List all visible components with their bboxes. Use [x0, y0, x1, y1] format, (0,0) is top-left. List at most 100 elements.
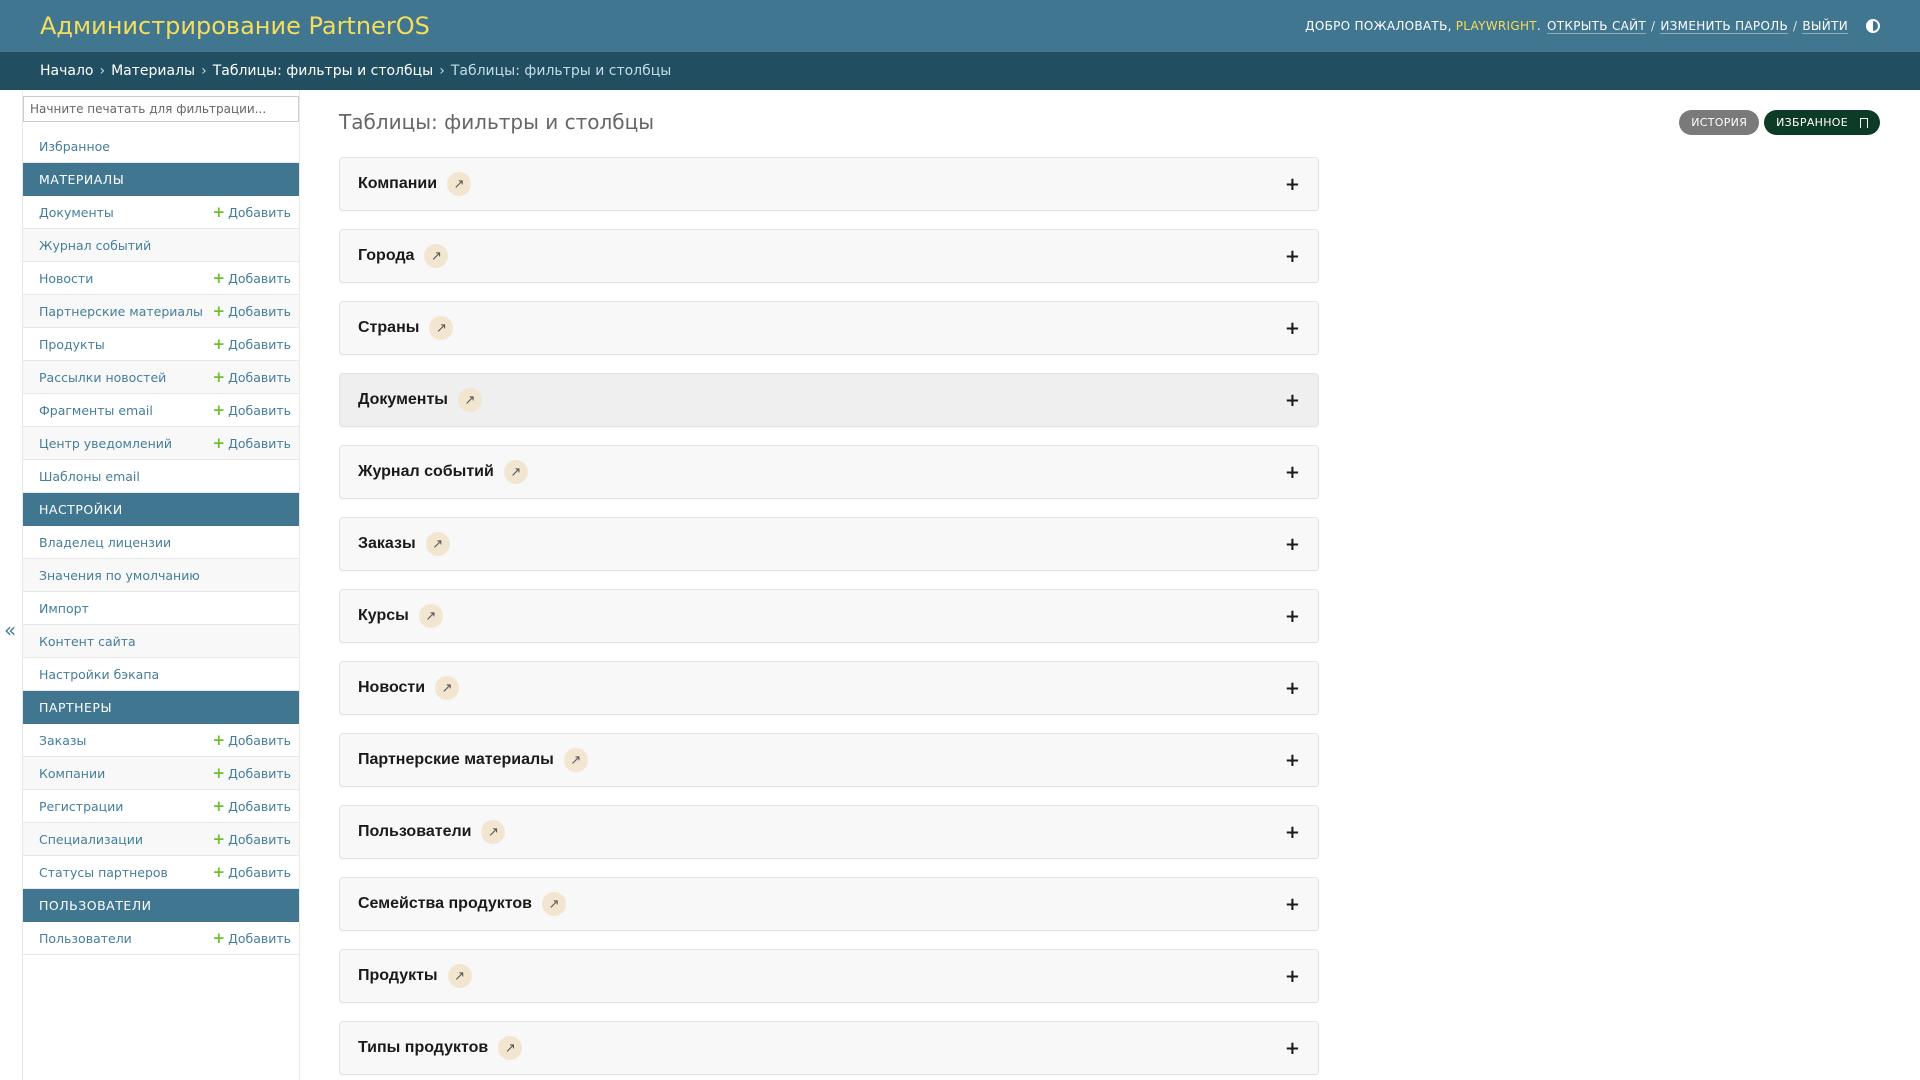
breadcrumb-tables[interactable]: Таблицы: фильтры и столбцы [213, 63, 434, 79]
history-button[interactable]: История [1679, 110, 1760, 135]
sidebar-add-link[interactable]: + Добавить [213, 764, 292, 782]
sidebar-item-label[interactable]: Новости [39, 271, 93, 286]
contrast-icon[interactable] [1866, 19, 1880, 33]
module-card[interactable]: Журнал событий ↗ + [339, 445, 1319, 499]
sidebar-add-link[interactable]: + Добавить [213, 269, 292, 287]
module-title[interactable]: Курсы [358, 607, 409, 625]
sidebar-item[interactable]: Документы + Добавить [23, 196, 299, 229]
view-site-link[interactable]: Открыть сайт [1547, 19, 1647, 34]
sidebar-item[interactable]: Статусы партнеров + Добавить [23, 856, 299, 889]
sidebar-item-label[interactable]: Регистрации [39, 799, 123, 814]
module-card[interactable]: Пользователи ↗ + [339, 805, 1319, 859]
change-password-link[interactable]: Изменить пароль [1660, 19, 1789, 34]
sidebar-item-label[interactable]: Пользователи [39, 931, 132, 946]
module-title[interactable]: Страны [358, 319, 419, 337]
plus-icon[interactable]: + [1285, 822, 1300, 843]
module-title[interactable]: Журнал событий [358, 463, 494, 481]
arrow-up-right-icon[interactable]: ↗ [542, 892, 567, 916]
module-card[interactable]: Города ↗ + [339, 229, 1319, 283]
sidebar-item[interactable]: Журнал событий [23, 229, 299, 262]
module-card[interactable]: Продукты ↗ + [339, 949, 1319, 1003]
module-card[interactable]: Документы ↗ + [339, 373, 1319, 427]
sidebar-item[interactable]: Фрагменты email + Добавить [23, 394, 299, 427]
module-title[interactable]: Типы продуктов [358, 1039, 488, 1057]
breadcrumb-materials[interactable]: Материалы [111, 63, 195, 79]
plus-icon[interactable]: + [1285, 534, 1300, 555]
sidebar-item[interactable]: Пользователи + Добавить [23, 922, 299, 955]
site-brand[interactable]: Администрирование PartnerOS [40, 12, 430, 40]
sidebar-add-link[interactable]: + Добавить [213, 830, 292, 848]
module-title[interactable]: Пользователи [358, 823, 471, 841]
arrow-up-right-icon[interactable]: ↗ [503, 460, 528, 484]
arrow-up-right-icon[interactable]: ↗ [498, 1036, 523, 1060]
arrow-up-right-icon[interactable]: ↗ [447, 964, 472, 988]
sidebar-add-link[interactable]: + Добавить [213, 434, 292, 452]
sidebar-add-link[interactable]: + Добавить [213, 401, 292, 419]
sidebar-item[interactable]: Рассылки новостей + Добавить [23, 361, 299, 394]
plus-icon[interactable]: + [1285, 678, 1300, 699]
sidebar-add-link[interactable]: + Добавить [213, 302, 292, 320]
module-title[interactable]: Города [358, 247, 414, 265]
sidebar-item-label[interactable]: Специализации [39, 832, 143, 847]
sidebar-add-link[interactable]: + Добавить [213, 203, 292, 221]
sidebar-item-label[interactable]: Журнал событий [39, 238, 151, 253]
sidebar-item[interactable]: Заказы + Добавить [23, 724, 299, 757]
module-card[interactable]: Заказы ↗ + [339, 517, 1319, 571]
sidebar-add-link[interactable]: + Добавить [213, 863, 292, 881]
favorite-button[interactable]: Избранное [1764, 110, 1880, 135]
sidebar-item[interactable]: Партнерские материалы + Добавить [23, 295, 299, 328]
sidebar-section-header[interactable]: Партнеры [23, 691, 299, 724]
sidebar-item-label[interactable]: Центр уведомлений [39, 436, 172, 451]
module-card[interactable]: Семейства продуктов ↗ + [339, 877, 1319, 931]
sidebar-item[interactable]: Импорт [23, 592, 299, 625]
module-card[interactable]: Курсы ↗ + [339, 589, 1319, 643]
sidebar-item[interactable]: Настройки бэкапа [23, 658, 299, 691]
sidebar-add-link[interactable]: + Добавить [213, 335, 292, 353]
arrow-up-right-icon[interactable]: ↗ [563, 748, 588, 772]
arrow-up-right-icon[interactable]: ↗ [424, 244, 449, 268]
plus-icon[interactable]: + [1285, 1038, 1300, 1059]
arrow-up-right-icon[interactable]: ↗ [418, 604, 443, 628]
sidebar-item[interactable]: Владелец лицензии [23, 526, 299, 559]
sidebar-item-label[interactable]: Значения по умолчанию [39, 568, 200, 583]
arrow-up-right-icon[interactable]: ↗ [481, 820, 506, 844]
sidebar-item-label[interactable]: Шаблоны email [39, 469, 140, 484]
sidebar-collapse-toggle[interactable]: « [4, 618, 16, 642]
sidebar-item[interactable]: Значения по умолчанию [23, 559, 299, 592]
sidebar-item-label[interactable]: Компании [39, 766, 105, 781]
sidebar-item[interactable]: Центр уведомлений + Добавить [23, 427, 299, 460]
module-title[interactable]: Семейства продуктов [358, 895, 532, 913]
sidebar-add-link[interactable]: + Добавить [213, 368, 292, 386]
sidebar-item-favorites[interactable]: Избранное [23, 130, 299, 163]
module-card[interactable]: Компании ↗ + [339, 157, 1319, 211]
module-card[interactable]: Страны ↗ + [339, 301, 1319, 355]
plus-icon[interactable]: + [1285, 318, 1300, 339]
sidebar-item[interactable]: Специализации + Добавить [23, 823, 299, 856]
sidebar-item-label[interactable]: Рассылки новостей [39, 370, 166, 385]
arrow-up-right-icon[interactable]: ↗ [429, 316, 454, 340]
sidebar-item[interactable]: Контент сайта [23, 625, 299, 658]
plus-icon[interactable]: + [1285, 174, 1300, 195]
sidebar-item[interactable]: Компании + Добавить [23, 757, 299, 790]
module-title[interactable]: Партнерские материалы [358, 751, 554, 769]
sidebar-item-label[interactable]: Документы [39, 205, 114, 220]
sidebar-item-label[interactable]: Импорт [39, 601, 89, 616]
plus-icon[interactable]: + [1285, 966, 1300, 987]
logout-link[interactable]: Выйти [1802, 19, 1848, 34]
sidebar-filter-input[interactable] [23, 96, 299, 122]
plus-icon[interactable]: + [1285, 750, 1300, 771]
arrow-up-right-icon[interactable]: ↗ [435, 676, 460, 700]
sidebar-item[interactable]: Продукты + Добавить [23, 328, 299, 361]
module-title[interactable]: Документы [358, 391, 448, 409]
arrow-up-right-icon[interactable]: ↗ [447, 172, 472, 196]
module-card[interactable]: Партнерские материалы ↗ + [339, 733, 1319, 787]
sidebar-item-label[interactable]: Фрагменты email [39, 403, 153, 418]
sidebar-section-header[interactable]: Пользователи [23, 889, 299, 922]
sidebar-item-label[interactable]: Продукты [39, 337, 105, 352]
plus-icon[interactable]: + [1285, 390, 1300, 411]
module-title[interactable]: Продукты [358, 967, 438, 985]
sidebar-item-label[interactable]: Настройки бэкапа [39, 667, 159, 682]
plus-icon[interactable]: + [1285, 894, 1300, 915]
sidebar-item-label[interactable]: Статусы партнеров [39, 865, 168, 880]
sidebar-section-header[interactable]: Материалы [23, 163, 299, 196]
